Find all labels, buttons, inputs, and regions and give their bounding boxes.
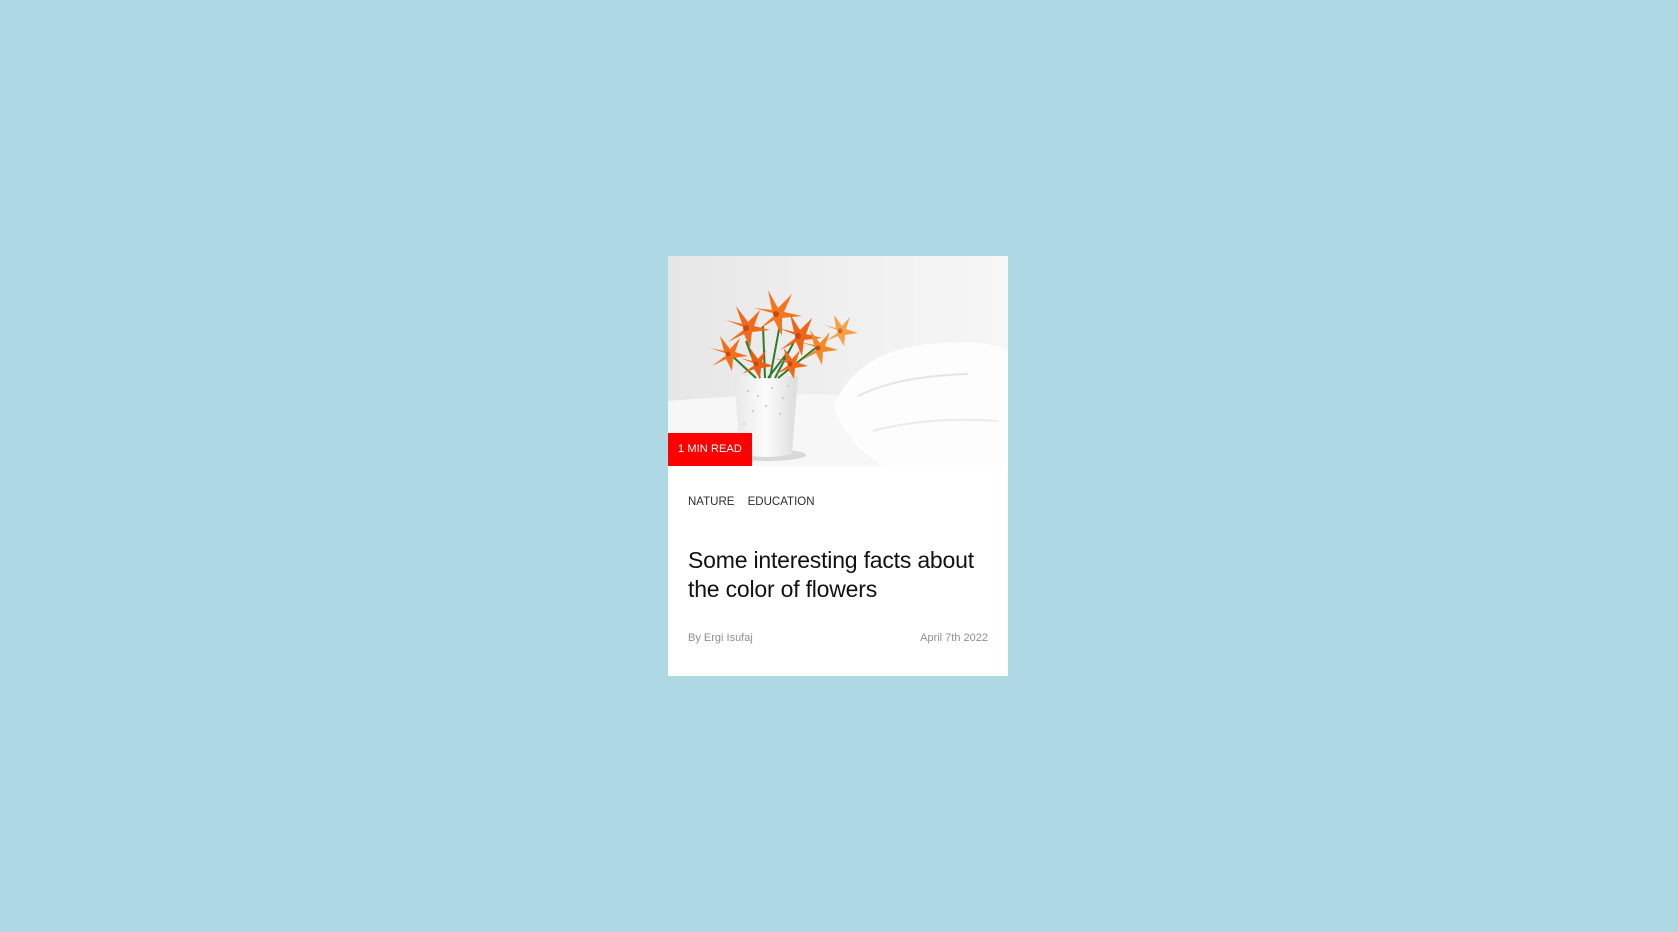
read-time-badge: 1 MIN READ bbox=[668, 433, 752, 466]
article-meta: By Ergi Isufaj April 7th 2022 bbox=[688, 632, 988, 644]
tag-education[interactable]: EDUCATION bbox=[748, 496, 815, 508]
tag-nature[interactable]: NATURE bbox=[688, 496, 734, 508]
tag-list: NATURE EDUCATION bbox=[688, 496, 988, 512]
article-title[interactable]: Some interesting facts about the color o… bbox=[688, 546, 988, 604]
article-author: By Ergi Isufaj bbox=[688, 632, 753, 644]
article-thumbnail[interactable]: 1 MIN READ bbox=[668, 256, 1008, 466]
article-date: April 7th 2022 bbox=[920, 632, 988, 644]
article-card[interactable]: 1 MIN READ NATURE EDUCATION Some interes… bbox=[668, 256, 1008, 676]
